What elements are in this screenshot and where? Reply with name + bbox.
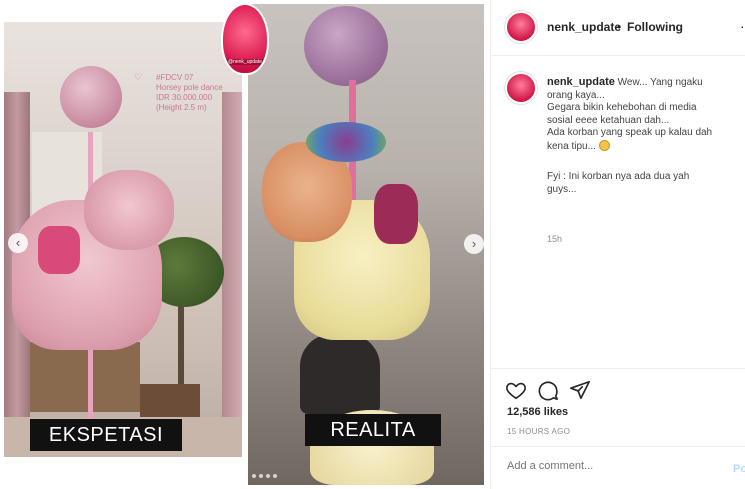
comment-icon[interactable] (537, 379, 559, 401)
chevron-left-icon[interactable]: ‹ (8, 233, 28, 253)
caption-username[interactable]: nenk_update (547, 76, 615, 88)
flower-saddle (374, 184, 418, 244)
person (300, 334, 380, 414)
avatar[interactable] (505, 72, 537, 104)
caption-line: sosial eeee ketahuan dah... (547, 114, 670, 126)
caption-line: Wew... Yang ngaku (617, 77, 703, 88)
caption-line: guys... (547, 183, 577, 195)
heart-icon: ♡ (134, 72, 143, 82)
caption-line: Gegara bikin kehebohan di media (547, 102, 697, 113)
share-icon[interactable] (569, 379, 591, 401)
likes-count[interactable]: 12,586 likes (507, 406, 568, 418)
following-button[interactable]: Following (627, 20, 683, 34)
carousel-dots (252, 474, 277, 478)
post-side-panel: nenk_update • Following · nenk_update We… (490, 0, 745, 489)
product-overlay-text: #FDCV 07 Horsey pole dance IDR 30.000.00… (156, 73, 223, 112)
separator-dot: • (617, 20, 622, 34)
flower-mane (306, 122, 386, 162)
flower-horse-head (84, 170, 174, 250)
header-username[interactable]: nenk_update (547, 20, 621, 34)
carousel-dot (273, 474, 277, 478)
post-header: nenk_update • Following · (491, 0, 745, 56)
flower-pompom (60, 66, 122, 128)
actions-divider (491, 368, 745, 369)
reality-photo (248, 4, 484, 485)
post-timestamp: 15 HOURS AGO (507, 427, 571, 436)
curtain (222, 92, 242, 432)
carousel-dot (266, 474, 270, 478)
caption-timestamp: 15h (547, 234, 563, 244)
caption: nenk_update Wew... Yang ngaku orang kaya… (547, 76, 741, 196)
post-media[interactable]: ♡ #FDCV 07 Horsey pole dance IDR 30.000.… (0, 0, 490, 489)
caption-line: Ada korban yang speak up kalau dah (547, 127, 713, 138)
cabinet (30, 342, 140, 412)
expectation-label: EKSPETASI (30, 419, 182, 451)
plant-trunk (178, 302, 184, 392)
caption-line: Fyi : Ini korban nya ada dua yah (547, 171, 690, 182)
comment-input[interactable] (507, 460, 707, 472)
caption-line: kena tipu... (547, 140, 596, 152)
watermark-logo: @nenk_update (221, 3, 269, 75)
flower-saddle (38, 226, 80, 274)
chevron-right-icon[interactable]: › (464, 234, 484, 254)
reality-label: REALITA (305, 414, 441, 446)
emoji-icon (598, 139, 610, 151)
carousel-dot (252, 474, 256, 478)
flower-pompom (304, 6, 388, 86)
comment-bar: Po (491, 446, 745, 489)
carousel-dot (259, 474, 263, 478)
post-button[interactable]: Po (733, 463, 745, 475)
like-heart-icon[interactable] (505, 379, 527, 401)
more-icon[interactable]: · (740, 18, 745, 34)
avatar[interactable] (505, 11, 537, 43)
caption-line: orang kaya... (547, 89, 605, 101)
